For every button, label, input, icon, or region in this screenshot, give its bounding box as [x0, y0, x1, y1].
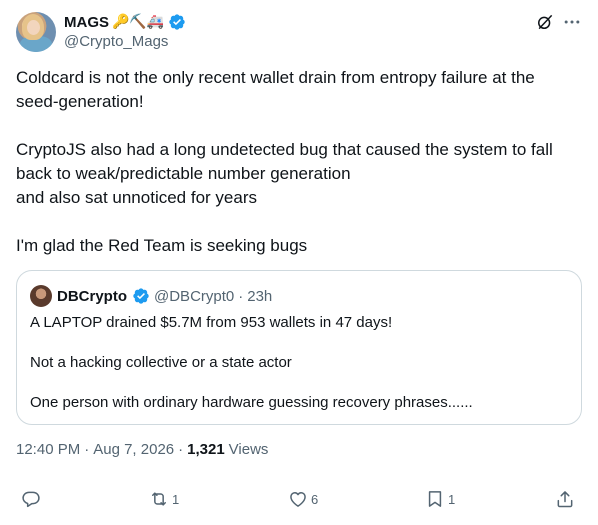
- tweet-text: Coldcard is not the only recent wallet d…: [16, 66, 582, 258]
- verified-badge-icon: [133, 288, 149, 304]
- reply-icon: [22, 491, 40, 508]
- more-options-icon[interactable]: [562, 12, 582, 32]
- author-avatar[interactable]: [16, 12, 56, 52]
- quoted-time[interactable]: 23h: [247, 288, 272, 305]
- tweet-line: Coldcard is not the only recent wallet d…: [16, 68, 535, 87]
- tweet-line: and also sat unnoticed for years: [16, 188, 257, 207]
- quoted-line: [30, 333, 570, 353]
- quoted-line: [30, 373, 570, 393]
- separator-dot: ·: [84, 441, 90, 458]
- quoted-tweet[interactable]: DBCrypto @DBCrypt0 · 23h A LAPTOP draine…: [16, 270, 582, 425]
- views-label: Views: [228, 441, 269, 458]
- action-bar: 1 6 1: [0, 487, 598, 511]
- tweet-card: MAGS 🔑⛏️🚑 @Crypto_Mags Coldcard is not t…: [0, 0, 598, 525]
- tweet-line: [16, 114, 582, 138]
- bookmark-icon: [428, 491, 442, 507]
- verified-badge-icon: [169, 14, 185, 30]
- quoted-line: Not a hacking collective or a state acto…: [30, 354, 292, 371]
- author-handle[interactable]: @Crypto_Mags: [64, 33, 168, 50]
- like-count: 6: [311, 491, 319, 507]
- quoted-handle[interactable]: @DBCrypt0: [154, 288, 234, 305]
- quoted-display-name[interactable]: DBCrypto: [57, 288, 127, 305]
- views-count: 1,321: [187, 441, 225, 458]
- tweet-line: seed-generation!: [16, 92, 144, 111]
- tweet-line: back to weak/predictable number generati…: [16, 164, 351, 183]
- tweet-line: CryptoJS also had a long undetected bug …: [16, 140, 553, 159]
- bookmark-button[interactable]: 1: [425, 487, 455, 511]
- heart-icon: [290, 492, 306, 507]
- repost-button[interactable]: 1: [149, 487, 179, 511]
- tweet-line: I'm glad the Red Team is seeking bugs: [16, 236, 308, 255]
- author-display-name[interactable]: MAGS: [64, 14, 109, 31]
- grok-icon[interactable]: [535, 12, 555, 32]
- repost-count: 1: [172, 491, 180, 507]
- quoted-header: DBCrypto @DBCrypt0 · 23h: [57, 286, 272, 306]
- share-icon: [557, 491, 573, 508]
- share-button[interactable]: [555, 487, 575, 511]
- separator-dot: ·: [178, 441, 184, 458]
- quoted-text: A LAPTOP drained $5.7M from 953 wallets …: [30, 313, 570, 413]
- quoted-line: One person with ordinary hardware guessi…: [30, 394, 473, 411]
- tweet-date[interactable]: Aug 7, 2026: [93, 441, 174, 458]
- reply-button[interactable]: [21, 487, 44, 511]
- quoted-line: A LAPTOP drained $5.7M from 953 wallets …: [30, 314, 393, 331]
- bookmark-count: 1: [448, 491, 456, 507]
- tweet-meta: 12:40 PM · Aug 7, 2026 · 1,321 Views: [16, 441, 268, 458]
- separator-dot: ·: [238, 287, 244, 305]
- author-name-row: MAGS 🔑⛏️🚑: [64, 12, 186, 32]
- repost-icon: [152, 492, 166, 506]
- quoted-author-avatar[interactable]: [30, 285, 52, 307]
- like-button[interactable]: 6: [288, 487, 318, 511]
- author-emojis: 🔑⛏️🚑: [112, 14, 165, 30]
- tweet-line: [16, 210, 582, 234]
- tweet-time[interactable]: 12:40 PM: [16, 441, 80, 458]
